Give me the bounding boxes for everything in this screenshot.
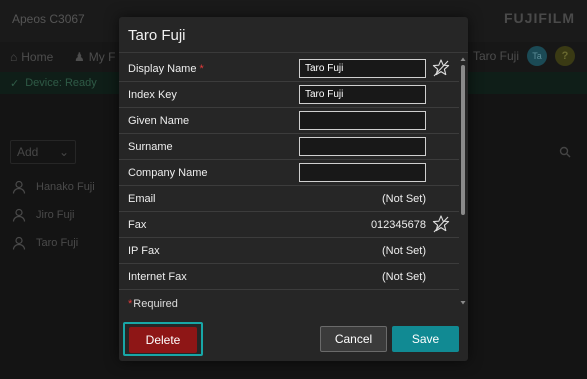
- scrollbar-thumb[interactable]: [461, 65, 465, 215]
- device-title: Apeos C3067: [12, 12, 85, 26]
- pin-star-icon[interactable]: [431, 214, 451, 234]
- user-area: Taro Fuji Ta ?: [473, 46, 575, 66]
- contact-dialog: Taro Fuji Display Name* Index Key Given …: [119, 17, 468, 361]
- cancel-button[interactable]: Cancel: [320, 326, 387, 352]
- nav-home[interactable]: ⌂ Home: [10, 50, 53, 64]
- user-icon: ♟: [74, 50, 85, 64]
- index-key-input[interactable]: [299, 85, 426, 104]
- required-note-text: Required: [133, 298, 178, 310]
- required-star: *: [128, 298, 133, 310]
- add-dropdown[interactable]: Add ⌄: [10, 140, 76, 164]
- internet-fax-value: (Not Set): [381, 271, 426, 283]
- company-name-input[interactable]: [299, 163, 426, 182]
- divider: [119, 52, 468, 53]
- row-fax[interactable]: Fax 012345678: [119, 212, 459, 238]
- required-star: *: [199, 63, 204, 75]
- home-icon: ⌂: [10, 50, 18, 64]
- scroll-up-icon[interactable]: [460, 56, 466, 62]
- fax-value: 012345678: [370, 219, 426, 231]
- dialog-title: Taro Fuji: [128, 27, 186, 44]
- row-display-name: Display Name *: [119, 56, 459, 82]
- surname-label: Surname: [128, 141, 173, 153]
- list-item-label: Hanako Fuji: [36, 181, 95, 193]
- check-icon: ✓: [10, 77, 20, 90]
- status-text: Device: Ready: [25, 77, 97, 89]
- help-icon[interactable]: ?: [555, 46, 575, 66]
- list-item-label: Jiro Fuji: [36, 209, 75, 221]
- nav-my[interactable]: ♟ My F: [74, 50, 115, 64]
- ip-fax-label: IP Fax: [128, 245, 160, 257]
- row-email[interactable]: Email (Not Set): [119, 186, 459, 212]
- list-item[interactable]: Hanako Fuji: [12, 180, 95, 194]
- display-name-input[interactable]: [299, 59, 426, 78]
- delete-focus-ring: Delete: [123, 322, 203, 356]
- ip-fax-value: (Not Set): [381, 245, 426, 257]
- internet-fax-label: Internet Fax: [128, 271, 187, 283]
- index-key-label: Index Key: [128, 89, 177, 101]
- row-index-key: Index Key: [119, 82, 459, 108]
- display-name-label: Display Name *: [128, 63, 204, 75]
- person-icon: [12, 236, 26, 250]
- scroll-down-icon[interactable]: [460, 300, 466, 306]
- row-company-name: Company Name: [119, 160, 459, 186]
- list-item-label: Taro Fuji: [36, 237, 79, 249]
- brand-logo: FUJIFILM: [504, 10, 575, 26]
- fields-list: Display Name* Index Key Given Name Surna…: [119, 56, 459, 306]
- list-item[interactable]: Taro Fuji: [12, 236, 78, 250]
- scrollbar[interactable]: [460, 56, 466, 306]
- given-name-input[interactable]: [299, 111, 426, 130]
- email-label: Email: [128, 193, 156, 205]
- person-icon: [12, 208, 26, 222]
- add-label: Add: [17, 145, 39, 159]
- row-ip-fax[interactable]: IP Fax (Not Set): [119, 238, 459, 264]
- row-given-name: Given Name: [119, 108, 459, 134]
- required-note: *Required: [128, 298, 178, 310]
- given-name-label: Given Name: [128, 115, 190, 127]
- fax-label: Fax: [128, 219, 147, 231]
- user-name: Taro Fuji: [472, 49, 519, 63]
- avatar[interactable]: Ta: [527, 46, 547, 66]
- row-surname: Surname: [119, 134, 459, 160]
- nav-home-label: Home: [21, 50, 54, 64]
- company-name-label: Company Name: [128, 167, 208, 179]
- email-value: (Not Set): [381, 193, 426, 205]
- chevron-down-icon: ⌄: [58, 145, 69, 159]
- save-button[interactable]: Save: [392, 326, 459, 352]
- nav-my-label: My F: [88, 50, 116, 64]
- person-icon: [12, 180, 26, 194]
- surname-input[interactable]: [299, 137, 426, 156]
- row-internet-fax[interactable]: Internet Fax (Not Set): [119, 264, 459, 290]
- list-item[interactable]: Jiro Fuji: [12, 208, 75, 222]
- pin-star-icon[interactable]: [431, 58, 451, 78]
- delete-button[interactable]: Delete: [129, 327, 197, 353]
- search-icon[interactable]: [559, 145, 571, 163]
